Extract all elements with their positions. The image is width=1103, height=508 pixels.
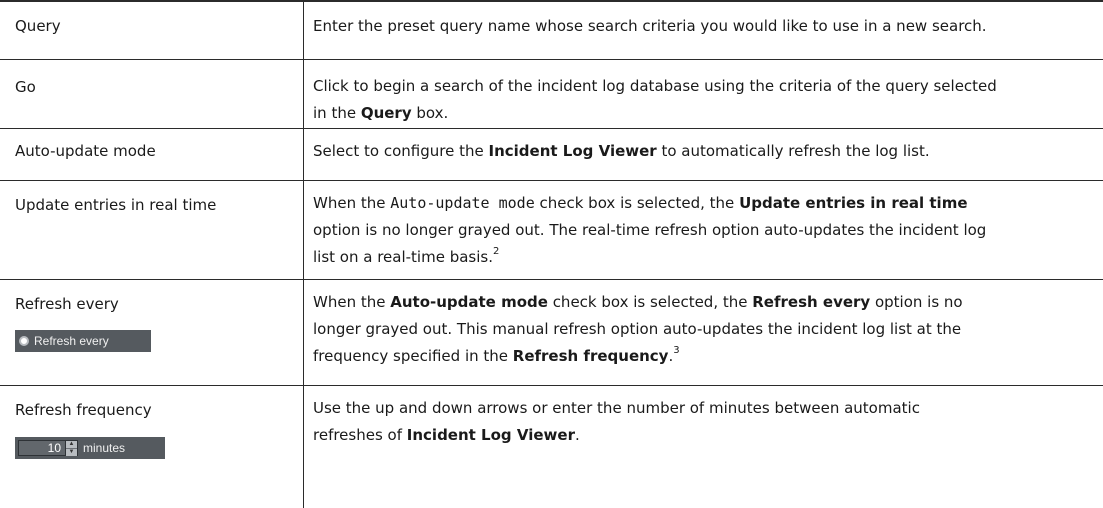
row-label-update-entries: Update entries in real time [15,196,217,214]
table-row-update-entries: Update entries in real time When the Aut… [0,181,1103,280]
table-row-go: Go Click to begin a search of the incide… [0,60,1103,129]
stepper-arrows[interactable]: ▲ ▼ [66,440,78,456]
refresh-frequency-input[interactable]: 10 [18,440,66,456]
row-description-auto-update-mode: Select to configure the Incident Log Vie… [313,142,930,160]
refresh-every-radio-label: Refresh every [34,334,109,348]
refresh-frequency-unit: minutes [83,441,126,455]
table-row-query: Query Enter the preset query name whose … [0,0,1103,60]
row-description-query: Enter the preset query name whose search… [313,17,987,35]
refresh-every-radio[interactable]: Refresh every [15,330,151,352]
refresh-frequency-stepper[interactable]: 10 ▲ ▼ minutes [15,437,165,459]
table-row-refresh-frequency: Refresh frequency 10 ▲ ▼ minutes Use the… [0,386,1103,508]
table-row-auto-update-mode: Auto-update mode Select to configure the… [0,129,1103,181]
radio-button-icon [19,336,29,346]
table-row-refresh-every: Refresh every Refresh every When the Aut… [0,280,1103,386]
row-label-refresh-every: Refresh every [15,295,119,313]
row-label-refresh-frequency: Refresh frequency [15,401,152,419]
chevron-down-icon[interactable]: ▼ [66,448,77,456]
row-description-refresh-every: When the Auto-update mode check box is s… [313,293,963,365]
row-description-refresh-frequency: Use the up and down arrows or enter the … [313,399,920,444]
row-description-go: Click to begin a search of the incident … [313,77,997,122]
row-label-go: Go [15,78,36,96]
row-description-update-entries: When the Auto-update mode check box is s… [313,194,987,266]
chevron-up-icon[interactable]: ▲ [66,441,77,448]
row-label-auto-update-mode: Auto-update mode [15,142,156,160]
row-label-query: Query [15,17,61,35]
